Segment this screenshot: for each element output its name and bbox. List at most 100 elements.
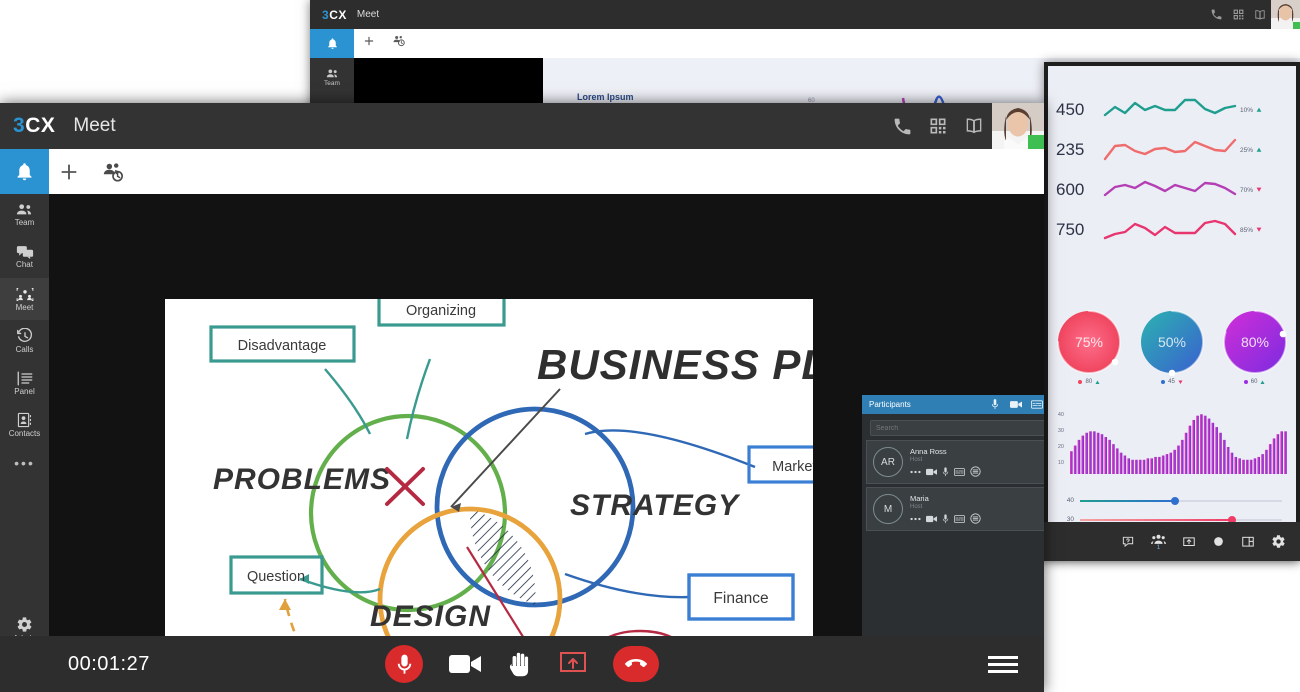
sparkline-value: 750 [1056,220,1085,239]
share-screen-icon[interactable] [1182,535,1196,549]
sidebar-item-team[interactable]: Team [0,194,49,236]
menu-circle-icon[interactable] [970,466,981,477]
captions-icon[interactable] [1026,395,1044,414]
share-screen-button[interactable] [559,651,587,677]
sparkline-row: 600 70% [1048,172,1296,208]
bar [1180,439,1184,474]
microphone-icon[interactable] [942,466,949,477]
slider-knob[interactable] [1170,496,1179,505]
schedule-meeting-icon[interactable] [392,34,406,53]
qr-code-icon[interactable] [920,103,956,149]
contacts-book-icon[interactable] [956,103,992,149]
qr-code-icon[interactable] [1227,0,1249,29]
app-title: Meet [73,115,116,136]
sidebar-more-button[interactable]: ••• [0,446,49,480]
screen-root: 3CX Meet Team Lorem Ipsum 60 450 10% 235… [0,0,1300,692]
hamburger-line [988,669,1018,673]
bell-icon[interactable] [310,29,354,58]
bar [1119,452,1123,474]
whiteboard-label-disadvantage: Disadvantage [238,338,327,354]
sparkline-delta: 85% [1240,227,1286,234]
microphone-button[interactable] [385,645,423,683]
background-user-avatar[interactable] [1271,0,1300,29]
raise-hand-button[interactable] [507,650,533,678]
layout-icon[interactable] [1241,535,1255,549]
participant-row[interactable]: M Maria Host [866,487,1044,531]
sidebar-item-calls[interactable]: Calls [0,320,49,362]
svg-text:40: 40 [1058,412,1064,418]
bar [1131,459,1134,474]
participants-icon[interactable]: 1 [1151,533,1166,551]
participant-name: Anna Ross [910,447,947,456]
ring-label: 80 [1078,379,1100,385]
plus-icon[interactable] [362,34,376,53]
contacts-book-icon[interactable] [1249,0,1271,29]
sidebar-item-panel[interactable]: Panel [0,362,49,404]
more-options-icon[interactable] [910,470,921,474]
hamburger-line [988,655,1018,659]
sparkline-value: 235 [1056,140,1085,159]
bar [1127,458,1130,474]
captions-icon[interactable] [954,514,965,523]
bar [1157,456,1161,474]
search-input[interactable] [870,420,1044,436]
camera-button[interactable] [449,653,481,675]
camera-icon[interactable] [926,515,937,523]
sidebar-item-meet[interactable]: Meet [0,278,49,320]
more-options-icon[interactable] [910,517,921,521]
sparkline-chart [1103,138,1237,161]
sparkline-row: 450 10% [1048,92,1296,128]
slider-track[interactable] [1080,496,1282,505]
slider-track[interactable] [1080,515,1282,524]
bar [1165,454,1169,474]
bar [1280,431,1283,474]
schedule-meeting-icon[interactable] [102,161,124,183]
meet-icon [16,287,33,301]
microphone-icon[interactable] [984,395,1005,414]
whiteboard-canvas[interactable]: BUSINESS PL PROBLEMS STRATEGY DESIGN Dis… [165,299,813,692]
camera-icon[interactable] [1005,395,1026,414]
panel-icon [17,370,32,386]
participant-row[interactable]: AR Anna Ross Host [866,440,1044,484]
whiteboard-drawing: BUSINESS PL PROBLEMS STRATEGY DESIGN Dis… [209,299,813,692]
bar [1272,438,1276,474]
hang-up-button[interactable] [613,646,659,682]
phone-icon[interactable] [1205,0,1227,29]
gear-icon[interactable] [1271,534,1286,549]
bell-icon[interactable] [0,149,49,194]
sidebar-item-label: Meet [15,302,34,312]
menu-circle-icon[interactable] [970,513,981,524]
background-header-actions [1205,0,1300,29]
bar [1077,439,1081,474]
sparkline-value: 600 [1056,180,1085,199]
hamburger-menu-icon[interactable] [988,655,1018,673]
microphone-icon[interactable] [942,513,949,524]
captions-icon[interactable] [954,467,965,476]
help-icon[interactable] [1121,535,1135,549]
trend-up-icon [1256,147,1262,152]
svg-text:80%: 80% [1241,334,1269,350]
sidebar-item-chat[interactable]: Chat [0,236,49,278]
record-icon[interactable] [1212,535,1225,548]
dashboard-footer-toolbar: 1 [1044,522,1300,561]
phone-icon[interactable] [884,103,920,149]
user-avatar[interactable] [992,103,1044,149]
bar [1215,427,1218,474]
bar [1268,444,1272,474]
participants-panel-header: Participants [862,395,1044,414]
avatar: M [873,494,903,524]
bar [1226,446,1230,474]
avatar: AR [873,447,903,477]
participant-info: Anna Ross Host [910,447,1044,477]
bar [1203,415,1207,474]
participant-actions [910,466,1044,477]
bar [1242,459,1245,474]
app-logo: 3CX [13,114,56,137]
plus-icon[interactable] [58,161,80,183]
bar [1192,419,1196,474]
camera-icon[interactable] [926,468,937,476]
sidebar-item-contacts[interactable]: Contacts [0,404,49,446]
legend-dot [1078,380,1083,384]
bar [1135,459,1138,474]
sidebar-item-team[interactable]: Team [310,58,354,96]
